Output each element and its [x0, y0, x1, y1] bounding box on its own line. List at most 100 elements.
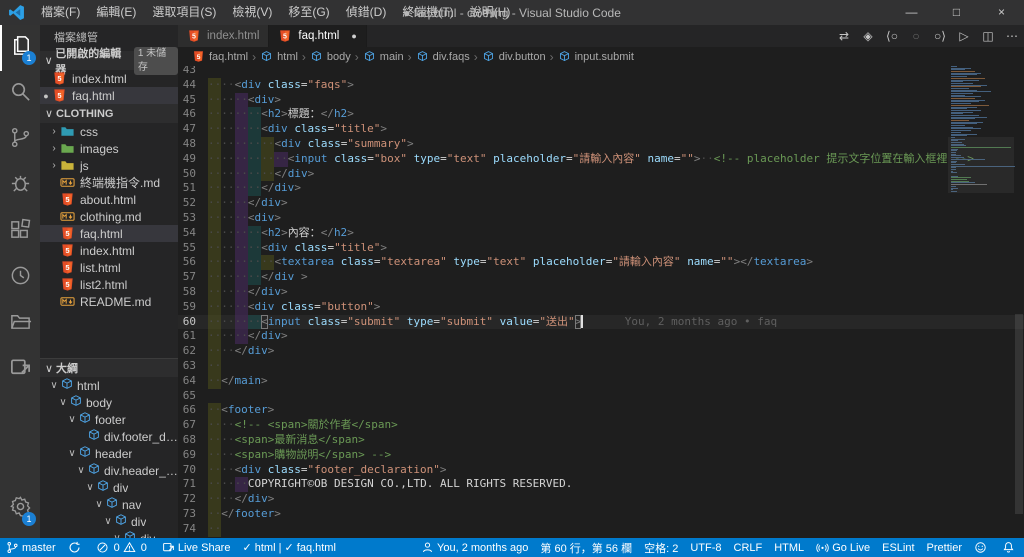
file-item[interactable]: › images	[40, 140, 178, 157]
code-line-60[interactable]: 60 ·· ·· ·· ·· < input class = "submit" type = "su…	[178, 314, 1024, 330]
breadcrumb-item-html[interactable]: html	[260, 50, 298, 64]
current-change-icon[interactable]: ○	[904, 29, 928, 43]
menu-item-8[interactable]: 說明(H)	[462, 0, 519, 25]
breadcrumb[interactable]: 5 faq.html › html › body › main › div.faqs › div.bu…	[178, 47, 1024, 66]
code-line-66[interactable]: 66 ·· < footer >	[178, 403, 1024, 419]
outline-item[interactable]: ∨div	[40, 479, 178, 496]
code-line-67[interactable]: 67 ·· ·· <!-- <span>關於作者</span>	[178, 418, 1024, 433]
status-live-share[interactable]: Live Share	[156, 538, 237, 557]
outline-item[interactable]: ∨ nav	[40, 496, 178, 513]
breadcrumb-item-div.faqs[interactable]: div.faqs	[416, 50, 470, 64]
file-item[interactable]: README.md	[40, 293, 178, 310]
file-item[interactable]: 5 list2.html	[40, 276, 178, 293]
code-line-51[interactable]: 51 ·· ·· ·· ·· </div >	[178, 181, 1024, 197]
code-line-44[interactable]: 44 ·· ·· < div class = "faqs" >	[178, 77, 1024, 93]
code-line-48[interactable]: 48 ·· ·· ·· ·· ·· < div class = "summary" >	[178, 136, 1024, 152]
activity-explorer[interactable]: 1	[0, 25, 40, 71]
activity-search[interactable]	[0, 71, 40, 117]
outline-item[interactable]: ∨ div.header_content	[40, 462, 178, 479]
outline-item[interactable]: ∨ html	[40, 377, 178, 394]
code-line-58[interactable]: 58 ·· ·· ·· </div >	[178, 284, 1024, 300]
format-document-icon[interactable]: ◈	[856, 29, 880, 43]
menu-item-4[interactable]: 檢視(V)	[224, 0, 280, 25]
code-line-74[interactable]: 74 ··	[178, 521, 1024, 537]
code-line-55[interactable]: 55 ·· ·· ·· ·· < div class = "title" >	[178, 240, 1024, 256]
breadcrumb-item-faq.html[interactable]: 5 faq.html	[192, 50, 248, 64]
breadcrumb-item-main[interactable]: main	[363, 50, 404, 64]
code-line-59[interactable]: 59 ·· ·· ·· < div class = "button" >	[178, 299, 1024, 315]
maximize-button[interactable]: □	[934, 0, 979, 25]
code-line-53[interactable]: 53 ·· ·· ·· < div >	[178, 210, 1024, 226]
breadcrumb-item-input.submit[interactable]: input.submit	[558, 50, 634, 64]
minimize-button[interactable]: —	[889, 0, 934, 25]
code-line-63[interactable]: 63 ··	[178, 358, 1024, 374]
editor-scrollbar[interactable]	[1014, 66, 1024, 538]
close-button[interactable]: ×	[979, 0, 1024, 25]
menu-item-7[interactable]: 終端機(T)	[394, 0, 461, 25]
activity-extensions[interactable]	[0, 209, 40, 255]
outline-item[interactable]: ∨div	[40, 513, 178, 530]
status-language-mode[interactable]: HTML	[768, 538, 810, 557]
file-item[interactable]: 5 faq.html	[40, 225, 178, 242]
code-line-62[interactable]: 62 ·· ·· </div >	[178, 344, 1024, 359]
code-line-56[interactable]: 56 ·· ·· ·· ·· ·· < textarea class = "textarea" t…	[178, 255, 1024, 271]
file-item[interactable]: › js	[40, 157, 178, 174]
status-branch[interactable]: master	[0, 538, 62, 557]
menu-item-2[interactable]: 編輯(E)	[88, 0, 144, 25]
file-item[interactable]: 終端機指令.md	[40, 174, 178, 191]
menu-item-5[interactable]: 移至(G)	[280, 0, 337, 25]
code-line-64[interactable]: 64 ·· </main >	[178, 373, 1024, 389]
file-item[interactable]: clothing.md	[40, 208, 178, 225]
code-editor[interactable]: 43 44 ·· ·· < div class = "faqs" >45 ·· ·· ·· < div >4…	[178, 66, 1024, 538]
status-feedback[interactable]	[968, 538, 996, 557]
code-line-49[interactable]: 49 ·· ·· ·· ·· ·· ·· < input class = "box" type = "t…	[178, 151, 1024, 167]
status-encoding[interactable]: UTF-8	[684, 538, 727, 557]
status-go-live[interactable]: Go Live	[810, 538, 876, 557]
activity-project-manager[interactable]	[0, 301, 40, 347]
outline-item[interactable]: ∨ body	[40, 394, 178, 411]
code-line-54[interactable]: 54 ·· ·· ·· ·· < h2 > 內容： </h2 >	[178, 225, 1024, 241]
tab-faq.html[interactable]: 5 faq.html ●	[269, 25, 367, 47]
outline-header[interactable]: ∨ 大綱	[40, 358, 178, 377]
open-editor-item[interactable]: ● 5 faq.html	[40, 87, 178, 104]
folder-section-header[interactable]: ∨ CLOTHING	[40, 104, 178, 123]
activity-live-share[interactable]	[0, 347, 40, 393]
status-indentation[interactable]: 空格: 2	[638, 538, 684, 557]
code-line-47[interactable]: 47 ·· ·· ·· ·· < div class = "title" >	[178, 122, 1024, 137]
outline-item[interactable]: div.footer_declar...	[40, 428, 178, 445]
split-editor-icon[interactable]: ◫	[976, 29, 1000, 43]
status-cursor-position[interactable]: 第 60 行，第 56 欄	[534, 538, 638, 557]
status-blame[interactable]: You, 2 months ago	[415, 538, 534, 557]
code-line-46[interactable]: 46 ·· ·· ·· ·· < h2 > 標題： </h2 >	[178, 107, 1024, 123]
code-line-65[interactable]: 65	[178, 389, 1024, 404]
minimap[interactable]	[948, 66, 1015, 538]
code-line-45[interactable]: 45 ·· ·· ·· < div >	[178, 92, 1024, 108]
code-line-50[interactable]: 50 ·· ·· ·· ·· ·· </div >	[178, 166, 1024, 182]
outline-item[interactable]: ∨div	[40, 530, 178, 538]
breadcrumb-item-body[interactable]: body	[310, 50, 351, 64]
run-preview-icon[interactable]: ▷	[952, 29, 976, 43]
code-line-68[interactable]: 68 ·· ·· <span>最新消息</span>	[178, 432, 1024, 448]
file-item[interactable]: 5 list.html	[40, 259, 178, 276]
code-line-73[interactable]: 73 ·· </footer >	[178, 506, 1024, 522]
breadcrumb-item-div.button[interactable]: div.button	[482, 50, 546, 64]
menu-item-1[interactable]: 檔案(F)	[33, 0, 88, 25]
previous-change-icon[interactable]: ⟨○	[880, 29, 904, 43]
menu-item-6[interactable]: 偵錯(D)	[338, 0, 395, 25]
status-validators[interactable]: ✓ html | ✓ faq.html	[236, 538, 341, 557]
open-editors-header[interactable]: ∨ 已開啟的編輯器 1 未儲存	[40, 46, 178, 76]
status-eslint[interactable]: ESLint	[876, 538, 920, 557]
activity-debug[interactable]	[0, 163, 40, 209]
code-line-57[interactable]: 57 ·· ·· ·· ·· </div >	[178, 270, 1024, 285]
code-line-69[interactable]: 69 ·· ·· <span>購物說明</span> -->	[178, 447, 1024, 463]
activity-source-control[interactable]	[0, 117, 40, 163]
outline-item[interactable]: ∨ header	[40, 445, 178, 462]
status-prettier[interactable]: Prettier	[921, 538, 968, 557]
code-line-43[interactable]: 43	[178, 66, 1024, 78]
file-item[interactable]: 5 about.html	[40, 191, 178, 208]
file-item[interactable]: › css	[40, 123, 178, 140]
menu-item-3[interactable]: 選取項目(S)	[144, 0, 224, 25]
code-line-72[interactable]: 72 ·· ·· </div >	[178, 492, 1024, 507]
code-line-71[interactable]: 71 ·· ·· ·· COPYRIGHT©OB DESIGN CO.,LTD. ALL…	[178, 477, 1024, 493]
tab-index.html[interactable]: 5 index.html	[178, 25, 270, 47]
